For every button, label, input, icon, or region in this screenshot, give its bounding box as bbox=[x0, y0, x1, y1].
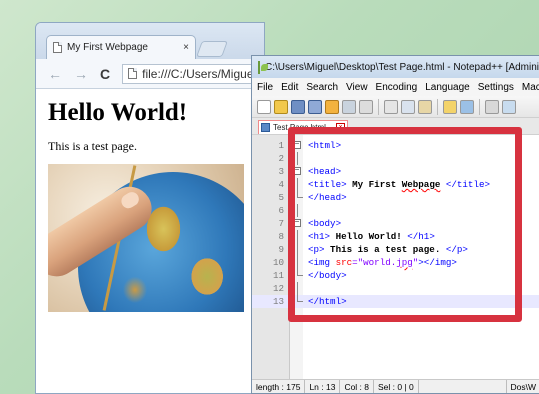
line-number: 13 bbox=[272, 296, 284, 307]
close-all-icon[interactable] bbox=[342, 99, 356, 114]
new-file-icon[interactable] bbox=[257, 99, 271, 114]
status-column: Col : 8 bbox=[340, 380, 375, 393]
browser-tab[interactable]: My First Webpage × bbox=[46, 35, 196, 59]
paste-icon[interactable] bbox=[418, 99, 432, 114]
npp-titlebar: C:\Users\Miguel\Desktop\Test Page.html -… bbox=[252, 56, 539, 78]
npp-menubar: File Edit Search View Encoding Language … bbox=[252, 78, 539, 96]
menu-macro[interactable]: Macr bbox=[522, 82, 539, 93]
page-icon bbox=[128, 68, 138, 79]
toolbar-separator bbox=[437, 98, 438, 115]
back-icon[interactable]: ← bbox=[48, 66, 62, 82]
replace-icon[interactable] bbox=[502, 99, 516, 114]
npp-toolbar bbox=[252, 96, 539, 118]
menu-edit[interactable]: Edit bbox=[281, 82, 298, 93]
close-file-icon[interactable] bbox=[325, 99, 339, 114]
line-number: 12 bbox=[272, 283, 284, 294]
page-paragraph: This is a test page. bbox=[48, 139, 137, 153]
redo-icon[interactable] bbox=[460, 99, 474, 114]
menu-search[interactable]: Search bbox=[306, 82, 338, 93]
address-text: file:///C:/Users/Miguel bbox=[142, 66, 257, 81]
save-icon bbox=[261, 123, 270, 132]
menu-settings[interactable]: Settings bbox=[478, 82, 514, 93]
browser-toolbar: ← → C file:///C:/Users/Miguel bbox=[36, 59, 264, 89]
line-number: 3 bbox=[278, 166, 284, 177]
page-heading: Hello World! bbox=[48, 99, 188, 126]
line-number: 8 bbox=[278, 231, 284, 242]
save-all-icon[interactable] bbox=[308, 99, 322, 114]
menu-file[interactable]: File bbox=[257, 82, 273, 93]
toolbar-separator bbox=[378, 98, 379, 115]
print-icon[interactable] bbox=[359, 99, 373, 114]
undo-icon[interactable] bbox=[443, 99, 457, 114]
code-highlight-box bbox=[288, 127, 522, 322]
line-number: 1 bbox=[278, 140, 284, 151]
npp-statusbar: length : 175 Ln : 13 Col : 8 Sel : 0 | 0… bbox=[252, 379, 539, 393]
cut-icon[interactable] bbox=[384, 99, 398, 114]
open-folder-icon[interactable] bbox=[274, 99, 288, 114]
menu-language[interactable]: Language bbox=[425, 82, 470, 93]
notepadpp-window: C:\Users\Miguel\Desktop\Test Page.html -… bbox=[251, 55, 539, 394]
forward-icon[interactable]: → bbox=[74, 66, 88, 82]
notepadpp-icon bbox=[258, 60, 268, 74]
toolbar-separator bbox=[479, 98, 480, 115]
line-number: 7 bbox=[278, 218, 284, 229]
line-number: 5 bbox=[278, 192, 284, 203]
globe-image bbox=[48, 164, 244, 312]
menu-encoding[interactable]: Encoding bbox=[376, 82, 418, 93]
browser-tab-title: My First Webpage bbox=[67, 42, 148, 53]
line-number: 4 bbox=[278, 179, 284, 190]
menu-view[interactable]: View bbox=[346, 82, 368, 93]
copy-icon[interactable] bbox=[401, 99, 415, 114]
line-number: 9 bbox=[278, 244, 284, 255]
line-number: 10 bbox=[272, 257, 284, 268]
page-icon bbox=[53, 42, 62, 53]
line-number: 6 bbox=[278, 205, 284, 216]
new-tab-button[interactable] bbox=[196, 41, 228, 57]
line-number: 11 bbox=[272, 270, 284, 281]
reload-icon[interactable]: C bbox=[100, 66, 110, 82]
close-icon[interactable]: × bbox=[183, 42, 189, 53]
status-length: length : 175 bbox=[252, 380, 306, 393]
status-eol: Dos\W bbox=[505, 380, 539, 393]
line-number: 2 bbox=[278, 153, 284, 164]
address-bar[interactable]: file:///C:/Users/Miguel bbox=[122, 63, 264, 84]
status-line: Ln : 13 bbox=[305, 380, 341, 393]
status-selection: Sel : 0 | 0 bbox=[374, 380, 419, 393]
find-icon[interactable] bbox=[485, 99, 499, 114]
browser-window: My First Webpage × ← → C file:///C:/User… bbox=[35, 22, 265, 394]
save-icon[interactable] bbox=[291, 99, 305, 114]
browser-page: Hello World! This is a test page. bbox=[36, 89, 264, 393]
npp-title: C:\Users\Miguel\Desktop\Test Page.html -… bbox=[265, 61, 539, 73]
browser-tabstrip: My First Webpage × bbox=[36, 23, 264, 59]
